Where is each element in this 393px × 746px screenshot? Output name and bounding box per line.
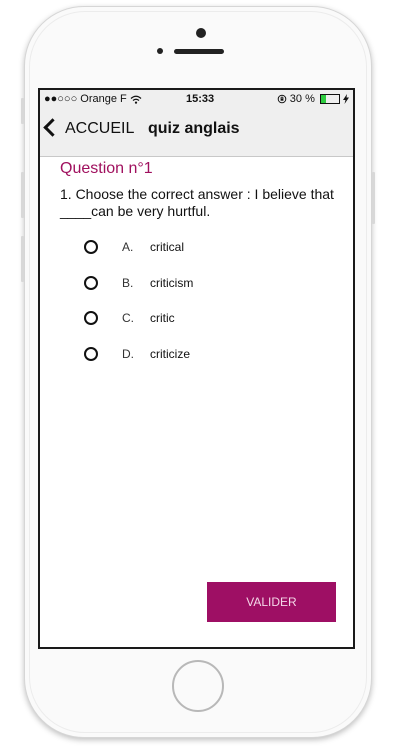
battery-icon [319,94,340,105]
battery-percent: 30 % [289,93,315,105]
back-button[interactable]: ACCUEIL [43,118,135,138]
option-letter: B. [122,275,134,290]
signal-strength: ●●○○○ [44,93,78,105]
question-header: Question n°1 [60,160,153,177]
radio-button[interactable] [84,275,98,290]
rotation-lock-icon [277,93,290,105]
bolt-icon [343,93,349,105]
nav-bar: ACCUEIL quiz anglais [40,112,353,152]
status-bar: ●●○○○ Orange F 15:33 30 % [44,93,349,109]
page-title: quiz anglais [148,120,240,137]
app-screen: ●●○○○ Orange F 15:33 30 % ACCUEIL quiz a… [38,88,355,649]
option-text: criticize [150,346,191,361]
mute-switch [21,98,24,124]
home-button[interactable] [172,660,224,712]
volume-down-button [21,236,24,282]
option-text: critical [150,240,185,254]
radio-button[interactable] [84,240,98,254]
top-bar: ●●○○○ Orange F 15:33 30 % ACCUEIL quiz a… [40,90,353,157]
radio-button[interactable] [84,346,98,361]
question-text: 1. Choose the correct answer : I believe… [60,186,334,219]
carrier-name: Orange F [80,93,127,105]
option-letter: C. [122,311,134,325]
option-letter: D. [122,346,134,361]
sensor-dot [157,48,163,54]
option-text: critic [150,311,175,325]
chevron-left-icon [43,118,62,137]
volume-up-button [21,172,24,218]
status-time: 15:33 [186,93,215,105]
earpiece-speaker [174,49,224,54]
carrier-info: ●●○○○ Orange F [44,93,142,105]
battery-fill [320,95,327,104]
radio-button[interactable] [84,311,98,325]
option-text: criticism [150,275,194,290]
wifi-icon [130,93,142,105]
submit-button[interactable]: VALIDER [207,582,336,622]
power-button [372,172,375,224]
back-label: ACCUEIL [65,120,135,137]
option-letter: A. [122,240,134,254]
battery-info: 30 % [277,93,349,105]
front-camera [196,28,206,38]
